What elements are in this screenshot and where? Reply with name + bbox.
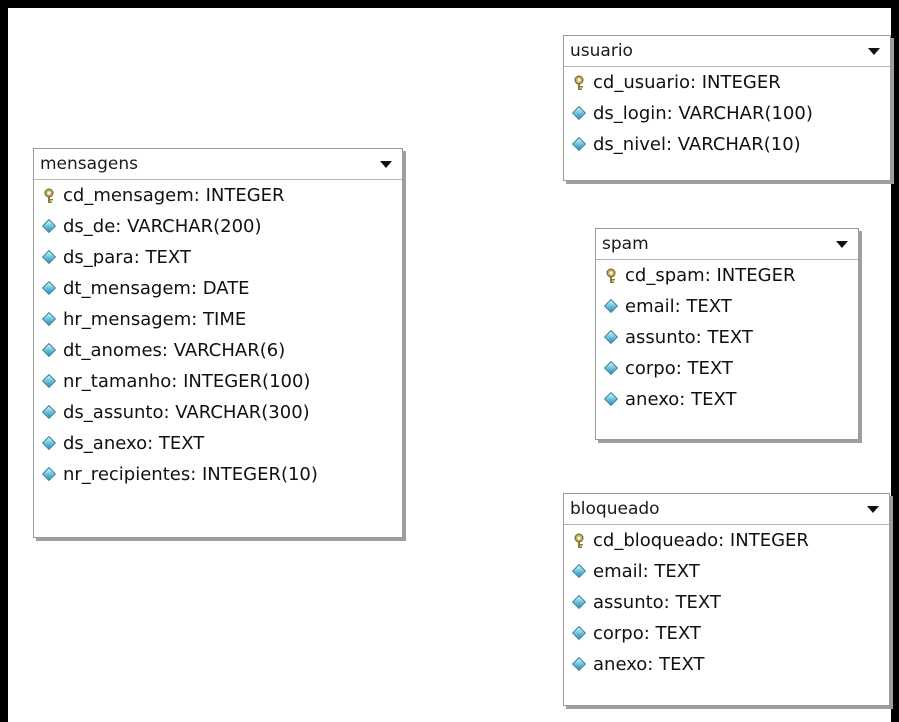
chevron-down-icon[interactable] bbox=[868, 48, 880, 55]
table-header[interactable]: spam bbox=[596, 229, 858, 260]
field-row[interactable]: ds_login: VARCHAR(100) bbox=[564, 98, 890, 129]
column-diamond-icon bbox=[603, 391, 619, 407]
table-title: usuario bbox=[570, 41, 633, 61]
column-diamond-icon bbox=[603, 298, 619, 314]
column-diamond-icon bbox=[571, 594, 587, 610]
table-spam[interactable]: spam cd_spam: INTEGER email: TEXT assunt… bbox=[595, 228, 859, 440]
field-label: cd_bloqueado: INTEGER bbox=[593, 530, 809, 551]
column-diamond-icon bbox=[571, 563, 587, 579]
field-label: cd_usuario: INTEGER bbox=[593, 72, 781, 93]
column-diamond-icon bbox=[41, 280, 57, 296]
column-diamond-icon bbox=[41, 404, 57, 420]
field-label: corpo: TEXT bbox=[593, 623, 701, 644]
field-row[interactable]: hr_mensagem: TIME bbox=[34, 304, 402, 335]
field-row[interactable]: corpo: TEXT bbox=[564, 618, 889, 649]
column-diamond-icon bbox=[571, 625, 587, 641]
field-list: cd_spam: INTEGER email: TEXT assunto: TE… bbox=[596, 260, 858, 415]
field-label: assunto: TEXT bbox=[593, 592, 721, 613]
field-label: dt_mensagem: DATE bbox=[63, 278, 250, 299]
chevron-down-icon[interactable] bbox=[867, 506, 879, 513]
column-diamond-icon bbox=[603, 329, 619, 345]
field-label: email: TEXT bbox=[593, 561, 700, 582]
key-icon bbox=[44, 188, 54, 203]
table-header[interactable]: usuario bbox=[564, 36, 890, 67]
field-row[interactable]: cd_bloqueado: INTEGER bbox=[564, 525, 889, 556]
field-label: cd_spam: INTEGER bbox=[625, 265, 796, 286]
field-row[interactable]: cd_mensagem: INTEGER bbox=[34, 180, 402, 211]
field-row[interactable]: cd_usuario: INTEGER bbox=[564, 67, 890, 98]
column-diamond-icon bbox=[571, 656, 587, 672]
column-diamond-icon bbox=[571, 136, 587, 152]
field-label: email: TEXT bbox=[625, 296, 732, 317]
field-row[interactable]: email: TEXT bbox=[596, 291, 858, 322]
field-label: nr_recipientes: INTEGER(10) bbox=[63, 464, 318, 485]
field-list: cd_usuario: INTEGER ds_login: VARCHAR(10… bbox=[564, 67, 890, 160]
table-bloqueado[interactable]: bloqueado cd_bloqueado: INTEGER email: T… bbox=[563, 493, 890, 706]
field-row[interactable]: ds_de: VARCHAR(200) bbox=[34, 211, 402, 242]
column-diamond-icon bbox=[571, 105, 587, 121]
table-title: bloqueado bbox=[570, 499, 660, 519]
field-list: cd_bloqueado: INTEGER email: TEXT assunt… bbox=[564, 525, 889, 680]
field-row[interactable]: nr_recipientes: INTEGER(10) bbox=[34, 459, 402, 490]
field-row[interactable]: email: TEXT bbox=[564, 556, 889, 587]
field-label: assunto: TEXT bbox=[625, 327, 753, 348]
column-diamond-icon bbox=[41, 435, 57, 451]
field-label: dt_anomes: VARCHAR(6) bbox=[63, 340, 286, 361]
column-diamond-icon bbox=[41, 466, 57, 482]
field-row[interactable]: dt_anomes: VARCHAR(6) bbox=[34, 335, 402, 366]
field-row[interactable]: ds_assunto: VARCHAR(300) bbox=[34, 397, 402, 428]
field-label: anexo: TEXT bbox=[593, 654, 705, 675]
column-diamond-icon bbox=[41, 373, 57, 389]
field-label: anexo: TEXT bbox=[625, 389, 737, 410]
table-header[interactable]: bloqueado bbox=[564, 494, 889, 525]
key-icon bbox=[606, 268, 616, 283]
field-label: ds_nivel: VARCHAR(10) bbox=[593, 134, 801, 155]
field-label: ds_anexo: TEXT bbox=[63, 433, 205, 454]
table-usuario[interactable]: usuario cd_usuario: INTEGER ds_login: VA… bbox=[563, 35, 891, 181]
field-label: ds_assunto: VARCHAR(300) bbox=[63, 402, 310, 423]
key-icon bbox=[574, 75, 584, 90]
field-label: ds_para: TEXT bbox=[63, 247, 191, 268]
field-row[interactable]: corpo: TEXT bbox=[596, 353, 858, 384]
field-label: nr_tamanho: INTEGER(100) bbox=[63, 371, 311, 392]
column-diamond-icon bbox=[41, 249, 57, 265]
field-label: corpo: TEXT bbox=[625, 358, 733, 379]
column-diamond-icon bbox=[41, 218, 57, 234]
field-row[interactable]: ds_nivel: VARCHAR(10) bbox=[564, 129, 890, 160]
field-row[interactable]: ds_para: TEXT bbox=[34, 242, 402, 273]
column-diamond-icon bbox=[603, 360, 619, 376]
field-label: hr_mensagem: TIME bbox=[63, 309, 247, 330]
chevron-down-icon[interactable] bbox=[380, 161, 392, 168]
table-title: mensagens bbox=[40, 154, 138, 174]
field-label: cd_mensagem: INTEGER bbox=[63, 185, 285, 206]
table-title: spam bbox=[602, 234, 649, 254]
field-row[interactable]: ds_anexo: TEXT bbox=[34, 428, 402, 459]
table-header[interactable]: mensagens bbox=[34, 149, 402, 180]
database-diagram-canvas: mensagens cd_mensagem: INTEGER ds_de: VA… bbox=[8, 8, 891, 722]
field-row[interactable]: dt_mensagem: DATE bbox=[34, 273, 402, 304]
field-label: ds_de: VARCHAR(200) bbox=[63, 216, 262, 237]
field-row[interactable]: nr_tamanho: INTEGER(100) bbox=[34, 366, 402, 397]
column-diamond-icon bbox=[41, 311, 57, 327]
chevron-down-icon[interactable] bbox=[836, 241, 848, 248]
field-row[interactable]: anexo: TEXT bbox=[564, 649, 889, 680]
field-list: cd_mensagem: INTEGER ds_de: VARCHAR(200)… bbox=[34, 180, 402, 490]
field-row[interactable]: anexo: TEXT bbox=[596, 384, 858, 415]
field-row[interactable]: assunto: TEXT bbox=[596, 322, 858, 353]
column-diamond-icon bbox=[41, 342, 57, 358]
field-row[interactable]: assunto: TEXT bbox=[564, 587, 889, 618]
key-icon bbox=[574, 533, 584, 548]
field-label: ds_login: VARCHAR(100) bbox=[593, 103, 813, 124]
table-mensagens[interactable]: mensagens cd_mensagem: INTEGER ds_de: VA… bbox=[33, 148, 403, 538]
field-row[interactable]: cd_spam: INTEGER bbox=[596, 260, 858, 291]
